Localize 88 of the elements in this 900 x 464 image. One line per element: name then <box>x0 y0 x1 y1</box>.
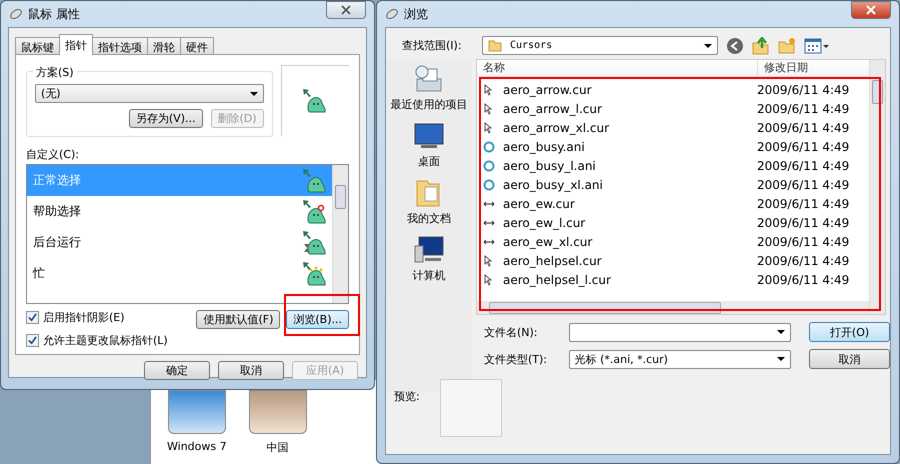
cursor-list-item[interactable]: 忙 <box>27 258 332 289</box>
cancel-button[interactable]: 取消 <box>809 349 890 369</box>
folder-up-icon[interactable] <box>752 36 770 54</box>
window-title: 鼠标 属性 <box>28 6 81 22</box>
file-date: 2009/6/11 4:49 <box>757 158 850 172</box>
checkmark-icon <box>28 313 37 322</box>
look-in-label: 查找范围(I): <box>402 38 463 53</box>
checkbox[interactable]: 允许主题更改鼠标指针(L) <box>26 333 190 348</box>
browse-button[interactable]: 浏览(B)... <box>286 310 349 329</box>
file-date: 2009/6/11 4:49 <box>757 120 850 134</box>
dinosaur-cursor-icon <box>302 198 328 224</box>
file-type-label: 文件类型(T): <box>484 352 548 366</box>
close-icon <box>341 5 351 15</box>
cursor-list-item[interactable]: 后台运行 <box>27 227 332 258</box>
file-name[interactable]: aero_ew_l.cur <box>503 216 757 230</box>
customize-label: 自定义(C): <box>26 147 80 162</box>
file-name[interactable]: aero_busy.ani <box>503 140 757 154</box>
file-name[interactable]: aero_ew.cur <box>503 196 757 210</box>
pointer-icon <box>483 102 495 114</box>
file-date: 2009/6/11 4:49 <box>757 234 850 248</box>
close-button[interactable] <box>326 1 366 19</box>
file-type-dropdown[interactable]: 光标 (*.ani, *.cur) <box>568 350 792 368</box>
theme-label: 中国 <box>266 440 289 455</box>
tab[interactable]: 硬件 <box>180 37 214 55</box>
file-date: 2009/6/11 4:49 <box>757 196 850 210</box>
ring-icon <box>483 140 495 152</box>
dinosaur-cursor-icon <box>302 168 328 194</box>
pointer-icon <box>483 84 495 96</box>
close-icon <box>866 5 876 15</box>
tab[interactable]: 滑轮 <box>147 37 181 55</box>
look-in-dropdown[interactable]: Cursors <box>482 36 718 55</box>
pointer-icon <box>483 254 495 266</box>
ring-icon <box>483 160 495 172</box>
new-folder-icon[interactable] <box>778 36 796 54</box>
column-header[interactable]: 修改日期 <box>758 60 808 76</box>
ring-icon <box>483 178 495 190</box>
place-shortcut[interactable]: 我的文档 <box>407 177 451 226</box>
file-name[interactable]: aero_helpsel.cur <box>503 254 757 268</box>
checkmark-icon <box>28 336 37 345</box>
file-date: 2009/6/11 4:49 <box>757 254 850 268</box>
file-name[interactable]: aero_ew_xl.cur <box>503 234 757 248</box>
dialog-button[interactable]: 确定 <box>144 361 210 380</box>
file-name[interactable]: aero_busy_l.ani <box>503 158 757 172</box>
cursor-list-item[interactable]: 帮助选择 <box>27 196 332 227</box>
mouse-icon <box>9 8 23 20</box>
column-header[interactable]: 名称 <box>477 60 758 76</box>
folder-icon <box>488 39 502 52</box>
tab[interactable]: 鼠标键 <box>15 37 60 55</box>
file-date: 2009/6/11 4:49 <box>757 140 850 154</box>
tab[interactable]: 指针选项 <box>92 37 148 55</box>
tab[interactable]: 指针 <box>59 34 93 55</box>
file-date: 2009/6/11 4:49 <box>757 82 850 96</box>
file-name[interactable]: aero_busy_xl.ani <box>503 178 757 192</box>
pointer-icon <box>483 274 495 286</box>
file-date: 2009/6/11 4:49 <box>757 178 850 192</box>
close-button[interactable] <box>851 1 891 19</box>
window-title: 浏览 <box>404 6 429 22</box>
back-icon[interactable] <box>726 36 744 54</box>
mouse-icon <box>385 8 399 20</box>
theme-label: Windows 7 <box>167 440 227 453</box>
group-legend: 方案(S) <box>33 65 77 80</box>
view-menu-icon[interactable] <box>804 36 830 54</box>
dinosaur-cursor-icon <box>302 88 328 114</box>
scrollbar[interactable] <box>332 165 348 303</box>
file-date: 2009/6/11 4:49 <box>757 272 850 286</box>
place-shortcut[interactable]: 最近使用的项目 <box>390 63 468 112</box>
use-default-button[interactable]: 使用默认值(F) <box>196 310 280 329</box>
theme-thumbnail[interactable] <box>168 390 226 434</box>
place-shortcut[interactable]: 计算机 <box>412 234 446 283</box>
dialog-button[interactable]: 取消 <box>218 361 284 380</box>
scheme-button[interactable]: 另存为(V)... <box>128 109 202 128</box>
open-button[interactable]: 打开(O) <box>809 322 890 342</box>
file-date: 2009/6/11 4:49 <box>757 102 850 116</box>
pointer-icon <box>483 122 495 134</box>
file-name[interactable]: aero_arrow_xl.cur <box>503 120 757 134</box>
scheme-dropdown[interactable]: (无) <box>35 84 264 103</box>
preview-label: 预览: <box>394 389 420 405</box>
file-name[interactable]: aero_helpsel_l.cur <box>503 272 757 286</box>
file-name[interactable]: aero_arrow.cur <box>503 82 757 96</box>
file-name-label: 文件名(N): <box>484 324 539 340</box>
file-name[interactable]: aero_arrow_l.cur <box>503 102 757 116</box>
place-shortcut[interactable]: 桌面 <box>413 120 445 169</box>
dinosaur-cursor-icon <box>302 260 328 286</box>
checkbox[interactable]: 启用指针阴影(E) <box>26 310 190 325</box>
dinosaur-cursor-icon <box>302 230 328 256</box>
theme-thumbnail[interactable] <box>248 390 307 434</box>
file-date: 2009/6/11 4:49 <box>757 216 850 230</box>
file-name-field[interactable] <box>568 322 792 342</box>
